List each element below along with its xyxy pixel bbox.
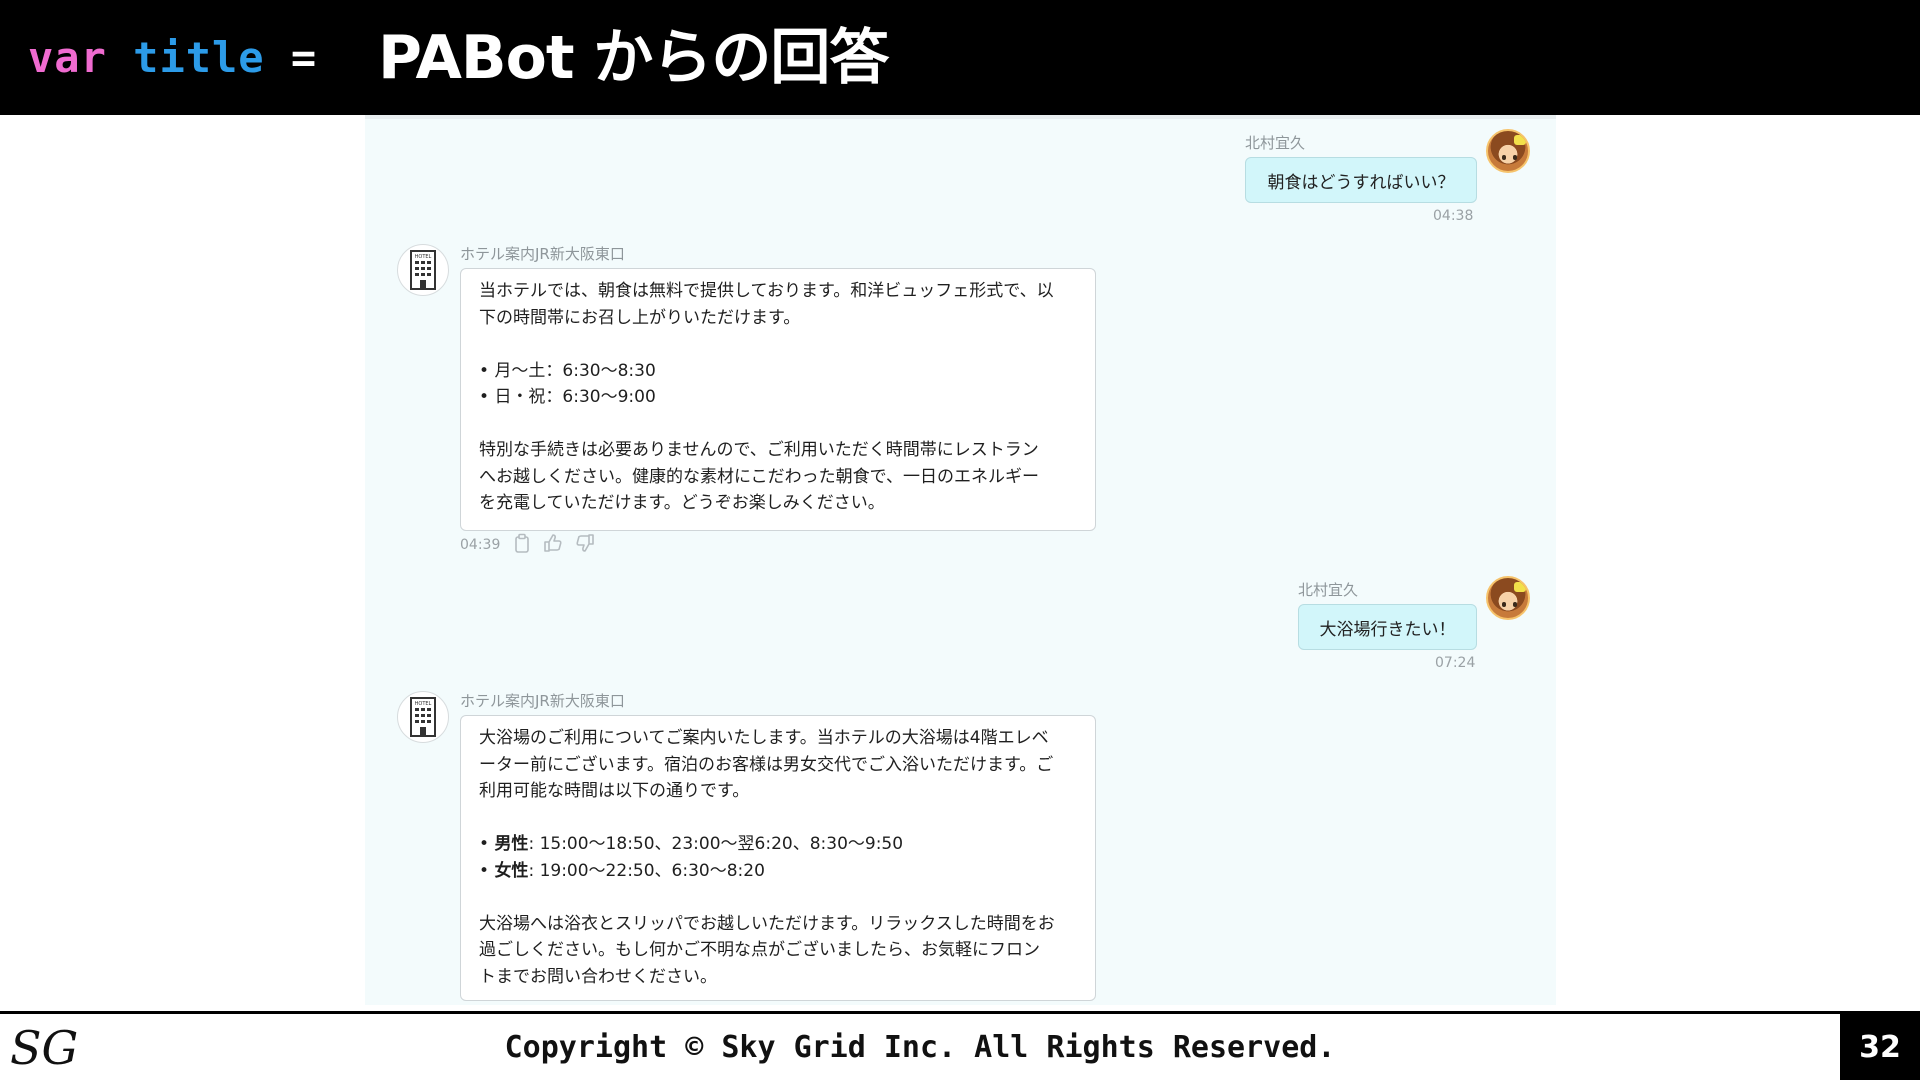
user-avatar (1486, 576, 1530, 620)
hotel-building-icon: HOTEL (397, 244, 449, 296)
message-sender: ホテル案内JR新大阪東口 (460, 245, 625, 263)
message-time: 04:39 (460, 537, 501, 553)
message-text: 大浴場へは浴衣とスリッパでお越しいただけます。リラックスした時間をお (479, 913, 1055, 934)
slide-title: PABot からの回答 (378, 23, 889, 93)
code-equals: = (290, 33, 318, 82)
list-item: • 月〜土：6:30〜8:30 (479, 360, 656, 381)
bot-message-bubble: 大浴場のご利用についてご案内いたします。当ホテルの大浴場は4階エレベ ーター前に… (460, 715, 1096, 1001)
message-text: 下の時間帯にお召し上がりいただけます。 (479, 307, 801, 328)
message-text: 大浴場のご利用についてご案内いたします。当ホテルの大浴場は4階エレベ (479, 728, 1049, 748)
copy-icon[interactable] (513, 533, 531, 553)
code-identifier-title: title (133, 33, 265, 82)
list-item: • 女性: 19:00〜22:50、6:30〜8:20 (479, 860, 765, 881)
message-sender: 北村宜久 (1245, 134, 1306, 152)
bot-message-bubble: 当ホテルでは、朝食は無料で提供しております。和洋ビュッフェ形式で、以 下の時間帯… (460, 268, 1096, 531)
message-text: 特別な手続きは必要ありませんので、ご利用いただく時間帯にレストラン (479, 440, 1039, 460)
message-actions (513, 533, 595, 553)
message-text: 過ごしください。もし何かご不明な点がございましたら、お気軽にフロン (479, 940, 1040, 960)
code-style-label: var title = (28, 30, 317, 86)
page-number: 32 (1840, 1014, 1920, 1080)
hotel-building-icon: HOTEL (397, 691, 449, 743)
svg-text:HOTEL: HOTEL (415, 254, 432, 260)
message-text: 利用可能な時間は以下の通りです。 (479, 781, 750, 801)
svg-text:HOTEL: HOTEL (415, 701, 432, 707)
message-text: へお越しください。健康的な素材にこだわった朝食で、一日のエネルギー (479, 466, 1039, 487)
chat-screenshot: 北村宜久 朝食はどうすればいい？ 04:38 HOTEL ホテル案内JR新大阪東… (365, 115, 1556, 1005)
user-message-bubble: 朝食はどうすればいい？ (1245, 157, 1477, 203)
list-item: • 日・祝：6:30〜9:00 (479, 387, 656, 407)
code-keyword-var: var (28, 33, 107, 82)
message-time: 07:24 (1435, 655, 1476, 671)
copyright-notice: Copyright © Sky Grid Inc. All Rights Res… (504, 1030, 1336, 1065)
message-time: 04:38 (1433, 208, 1474, 224)
footer-divider (0, 1011, 1920, 1014)
message-sender: ホテル案内JR新大阪東口 (460, 692, 625, 710)
title-bar: var title = PABot からの回答 (0, 0, 1920, 115)
thumbs-up-icon[interactable] (543, 533, 563, 553)
message-text: を充電していただけます。どうぞお楽しみください。 (479, 493, 885, 513)
message-text: 当ホテルでは、朝食は無料で提供しております。和洋ビュッフェ形式で、以 (479, 281, 1054, 301)
message-text: ーター前にございます。宿泊のお客様は男女交代でご入浴いただけます。ご (479, 754, 1054, 775)
user-message-bubble: 大浴場行きたい！ (1298, 604, 1477, 650)
message-sender: 北村宜久 (1298, 581, 1359, 599)
user-avatar (1486, 129, 1530, 173)
list-item: • 男性: 15:00〜18:50、23:00〜翌6:20、8:30〜9:50 (479, 834, 904, 854)
thumbs-down-icon[interactable] (575, 533, 595, 553)
message-text: トまでお問い合わせください。 (479, 966, 717, 987)
